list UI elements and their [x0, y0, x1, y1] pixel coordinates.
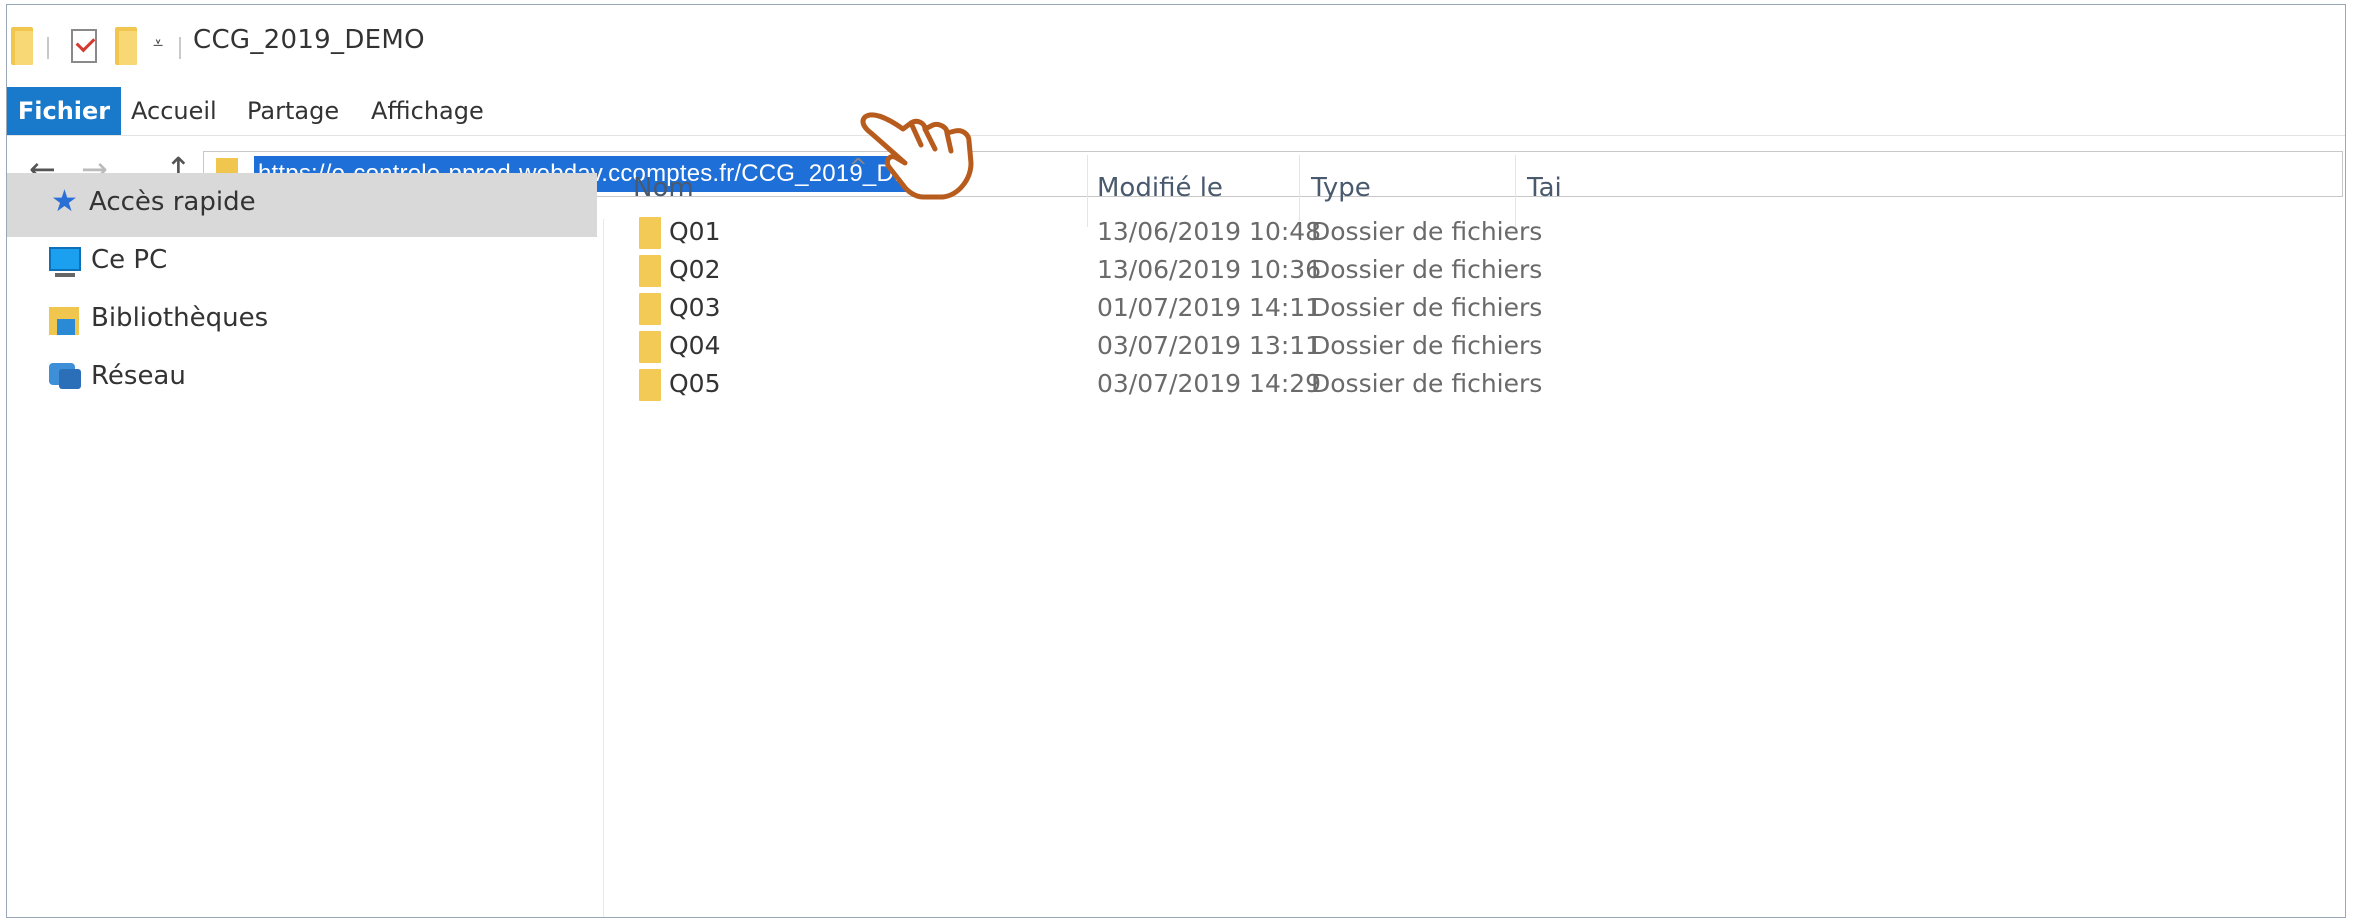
- file-list-pane: ^ Nom Modifié le Type Tai Q01 13/06/2019…: [603, 155, 2043, 915]
- file-name: Q01: [669, 217, 721, 246]
- file-row[interactable]: Q04 03/07/2019 13:11 Dossier de fichiers: [603, 329, 2043, 367]
- folder-icon: [11, 27, 33, 65]
- file-name: Q04: [669, 331, 721, 360]
- file-type: Dossier de fichiers: [1311, 293, 1543, 322]
- sidebar-item-acces-rapide[interactable]: ★ Accès rapide: [7, 173, 597, 237]
- file-type: Dossier de fichiers: [1311, 369, 1543, 398]
- file-modified: 13/06/2019 10:48: [1097, 217, 1322, 246]
- file-row[interactable]: Q03 01/07/2019 14:11 Dossier de fichiers: [603, 291, 2043, 329]
- file-modified: 03/07/2019 13:11: [1097, 331, 1322, 360]
- file-name: Q03: [669, 293, 721, 322]
- file-type: Dossier de fichiers: [1311, 255, 1543, 284]
- folder-icon: [639, 217, 661, 249]
- sidebar-item-reseau[interactable]: Réseau: [7, 347, 597, 411]
- sidebar-item-label: Ce PC: [91, 245, 168, 275]
- tab-partage[interactable]: Partage: [247, 87, 339, 135]
- file-row[interactable]: Q05 03/07/2019 14:29 Dossier de fichiers: [603, 367, 2043, 405]
- tab-affichage[interactable]: Affichage: [371, 87, 484, 135]
- folder-icon: [639, 255, 661, 287]
- sidebar-item-label: Accès rapide: [89, 187, 256, 217]
- customize-dropdown-icon[interactable]: ⩡: [153, 33, 163, 54]
- title-bar: ⩡ CCG_2019_DEMO: [7, 5, 2345, 87]
- computer-icon: [49, 247, 81, 271]
- sidebar-item-ce-pc[interactable]: Ce PC: [7, 231, 597, 295]
- file-modified: 01/07/2019 14:11: [1097, 293, 1322, 322]
- column-header-nom[interactable]: Nom: [633, 173, 694, 203]
- tab-accueil[interactable]: Accueil: [131, 87, 217, 135]
- navigation-pane: ★ Accès rapide Ce PC Bibliothèques Résea…: [7, 173, 604, 917]
- file-type: Dossier de fichiers: [1311, 331, 1543, 360]
- column-header-taille[interactable]: Tai: [1527, 173, 1562, 203]
- sidebar-item-label: Bibliothèques: [91, 303, 269, 333]
- properties-icon[interactable]: [71, 29, 97, 63]
- toolbar-separator: [47, 37, 49, 59]
- file-name: Q05: [669, 369, 721, 398]
- folder-icon: [639, 369, 661, 401]
- new-folder-icon[interactable]: [115, 27, 137, 65]
- sidebar-item-bibliotheques[interactable]: Bibliothèques: [7, 289, 597, 353]
- file-name: Q02: [669, 255, 721, 284]
- file-modified: 03/07/2019 14:29: [1097, 369, 1322, 398]
- file-explorer-window: ⩡ CCG_2019_DEMO Fichier Accueil Partage …: [6, 4, 2346, 918]
- file-modified: 13/06/2019 10:36: [1097, 255, 1322, 284]
- window-title: CCG_2019_DEMO: [193, 25, 425, 55]
- pointing-hand-icon: [860, 112, 974, 200]
- sidebar-item-label: Réseau: [91, 361, 186, 391]
- star-pin-icon: ★: [51, 184, 78, 219]
- file-row[interactable]: Q01 13/06/2019 10:48 Dossier de fichiers: [603, 215, 2043, 253]
- folder-icon: [639, 331, 661, 363]
- folder-icon: [639, 293, 661, 325]
- tab-fichier[interactable]: Fichier: [7, 87, 121, 135]
- file-row[interactable]: Q02 13/06/2019 10:36 Dossier de fichiers: [603, 253, 2043, 291]
- column-header-type[interactable]: Type: [1311, 173, 1371, 203]
- file-type: Dossier de fichiers: [1311, 217, 1543, 246]
- ribbon-tabs: Fichier Accueil Partage Affichage: [7, 87, 2345, 136]
- toolbar-separator: [179, 37, 181, 59]
- column-header-modifie-le[interactable]: Modifié le: [1097, 173, 1223, 203]
